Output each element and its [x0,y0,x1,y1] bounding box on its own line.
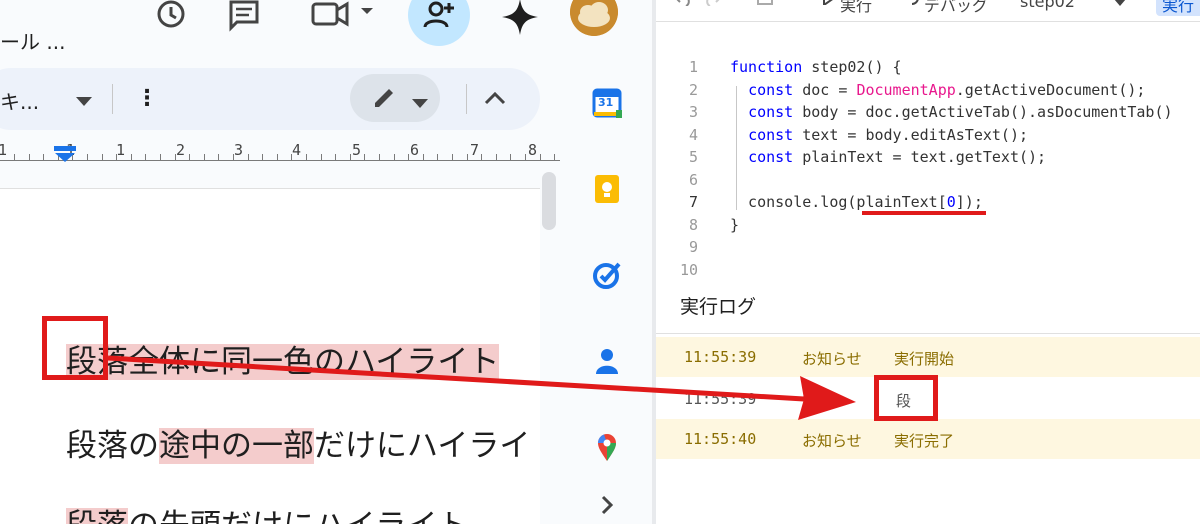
paragraph[interactable]: 段落全体に同一色のハイライト [66,336,500,381]
docs-window: ール ... キ... ⋮ 1112345678 段落全体に [0,0,652,524]
toolbar-divider [466,84,467,114]
line-number: 4 [688,125,698,144]
line-number: 8 [688,215,698,234]
line-number: 5 [688,148,698,166]
run-button-label[interactable]: 実行 [840,0,872,16]
log-level: 情報 [802,392,833,410]
log-time: 11:55:39 [684,348,757,366]
comments-icon[interactable] [222,0,266,34]
annotation-box-output [874,375,938,421]
chevron-down-icon[interactable] [76,92,92,111]
highlighted-text: 段落 [66,508,128,524]
line-number: 1 [688,58,698,76]
line-number: 7 [688,193,698,211]
debug-button-label[interactable]: デバッグ [924,0,988,16]
execution-log-toggle[interactable]: 実行 [1156,0,1200,16]
meet-icon[interactable] [306,0,376,34]
code-line[interactable]: const body = doc.getActiveTab().asDocume… [730,103,1172,121]
ruler-label: 1 [116,141,126,159]
ruler-label: 8 [528,141,538,159]
highlighted-text: 途中の一部 [159,428,314,464]
ruler-label: 7 [470,141,480,159]
code-line[interactable]: } [730,216,739,234]
code-line[interactable]: const text = body.editAsText(); [730,126,1028,144]
pencil-icon[interactable] [372,84,398,114]
code-line[interactable]: const plainText = text.getText(); [730,148,1046,166]
log-row: 11:55:39 お知らせ 実行開始 [656,337,1200,377]
annotation-underline [862,211,986,215]
function-selector[interactable]: step02 [1020,0,1075,11]
version-history-icon[interactable] [148,0,192,34]
code-line[interactable]: function step02() { [730,58,902,76]
line-number: 2 [688,80,698,99]
toolbar-divider [112,84,113,114]
style-dropdown-label[interactable]: キ... [0,86,39,115]
run-icon[interactable] [822,0,836,9]
ruler-label: 3 [234,141,244,159]
execution-log-title: 実行ログ [680,296,757,318]
log-level: お知らせ [802,350,862,368]
avatar[interactable] [570,0,618,36]
paragraph-text: だけにハイライ [314,428,531,464]
log-message: 実行開始 [894,350,955,368]
ruler-label: 2 [176,141,186,159]
paragraph-text: の先頭だけにハイライト [128,508,468,524]
ruler-label: 6 [410,141,420,159]
undo-icon[interactable] [674,0,692,10]
paragraph[interactable]: 段落の途中の一部だけにハイライ [66,420,530,465]
expand-panel-icon[interactable] [590,488,624,522]
tasks-icon[interactable] [590,258,624,292]
log-time: 11:55:39 [684,390,757,408]
annotation-box-source [42,316,108,380]
maps-icon[interactable] [590,430,624,464]
log-divider [656,333,1200,334]
scrollbar-thumb[interactable] [542,172,556,230]
paragraph-text: 段落の [66,428,159,464]
log-time: 11:55:40 [684,430,757,448]
calendar-icon[interactable]: 31 [590,86,624,120]
collapse-toolbar-icon[interactable] [484,90,506,110]
log-row: 11:55:40 お知らせ 実行完了 [656,419,1200,459]
chevron-down-icon[interactable] [1114,0,1126,11]
save-drive-icon[interactable] [756,0,778,10]
line-number: 10 [679,260,698,279]
chevron-down-icon[interactable] [412,94,428,113]
ruler-label: 1 [0,141,8,159]
highlighted-text: 段落全体に同一色のハイライト [66,344,500,380]
gemini-icon[interactable] [498,0,542,35]
log-level: お知らせ [802,432,862,450]
code-line[interactable]: console.log(plainText[0]); [730,193,983,211]
ruler-label: 5 [352,141,362,159]
code-line[interactable]: const doc = DocumentApp.getActiveDocumen… [730,81,1145,99]
contacts-icon[interactable] [590,344,624,378]
editor-toolbar: 実行 デバッグ step02 実行 [656,0,1200,22]
line-number: 9 [688,238,698,256]
keep-icon[interactable] [590,172,624,206]
menu-text[interactable]: ール ... [0,26,65,55]
log-message: 実行完了 [894,432,955,450]
indent-marker-icon[interactable] [54,146,76,166]
more-options-icon[interactable]: ⋮ [136,86,158,111]
debug-icon[interactable] [904,0,920,10]
ruler-baseline [0,160,560,161]
execution-log-label: 実行 [1162,0,1195,15]
indent-guide [736,86,737,210]
ruler-label: 4 [292,141,302,159]
redo-icon[interactable] [704,0,722,10]
paragraph[interactable]: 段落の先頭だけにハイライト [66,500,468,524]
line-number: 3 [688,103,698,121]
line-number: 6 [688,170,698,189]
add-person-icon [423,1,454,28]
calendar-day: 31 [598,96,614,109]
code-editor[interactable]: 1 function step02() { 2 const doc = Docume… [656,52,1200,279]
share-button[interactable] [408,0,470,46]
